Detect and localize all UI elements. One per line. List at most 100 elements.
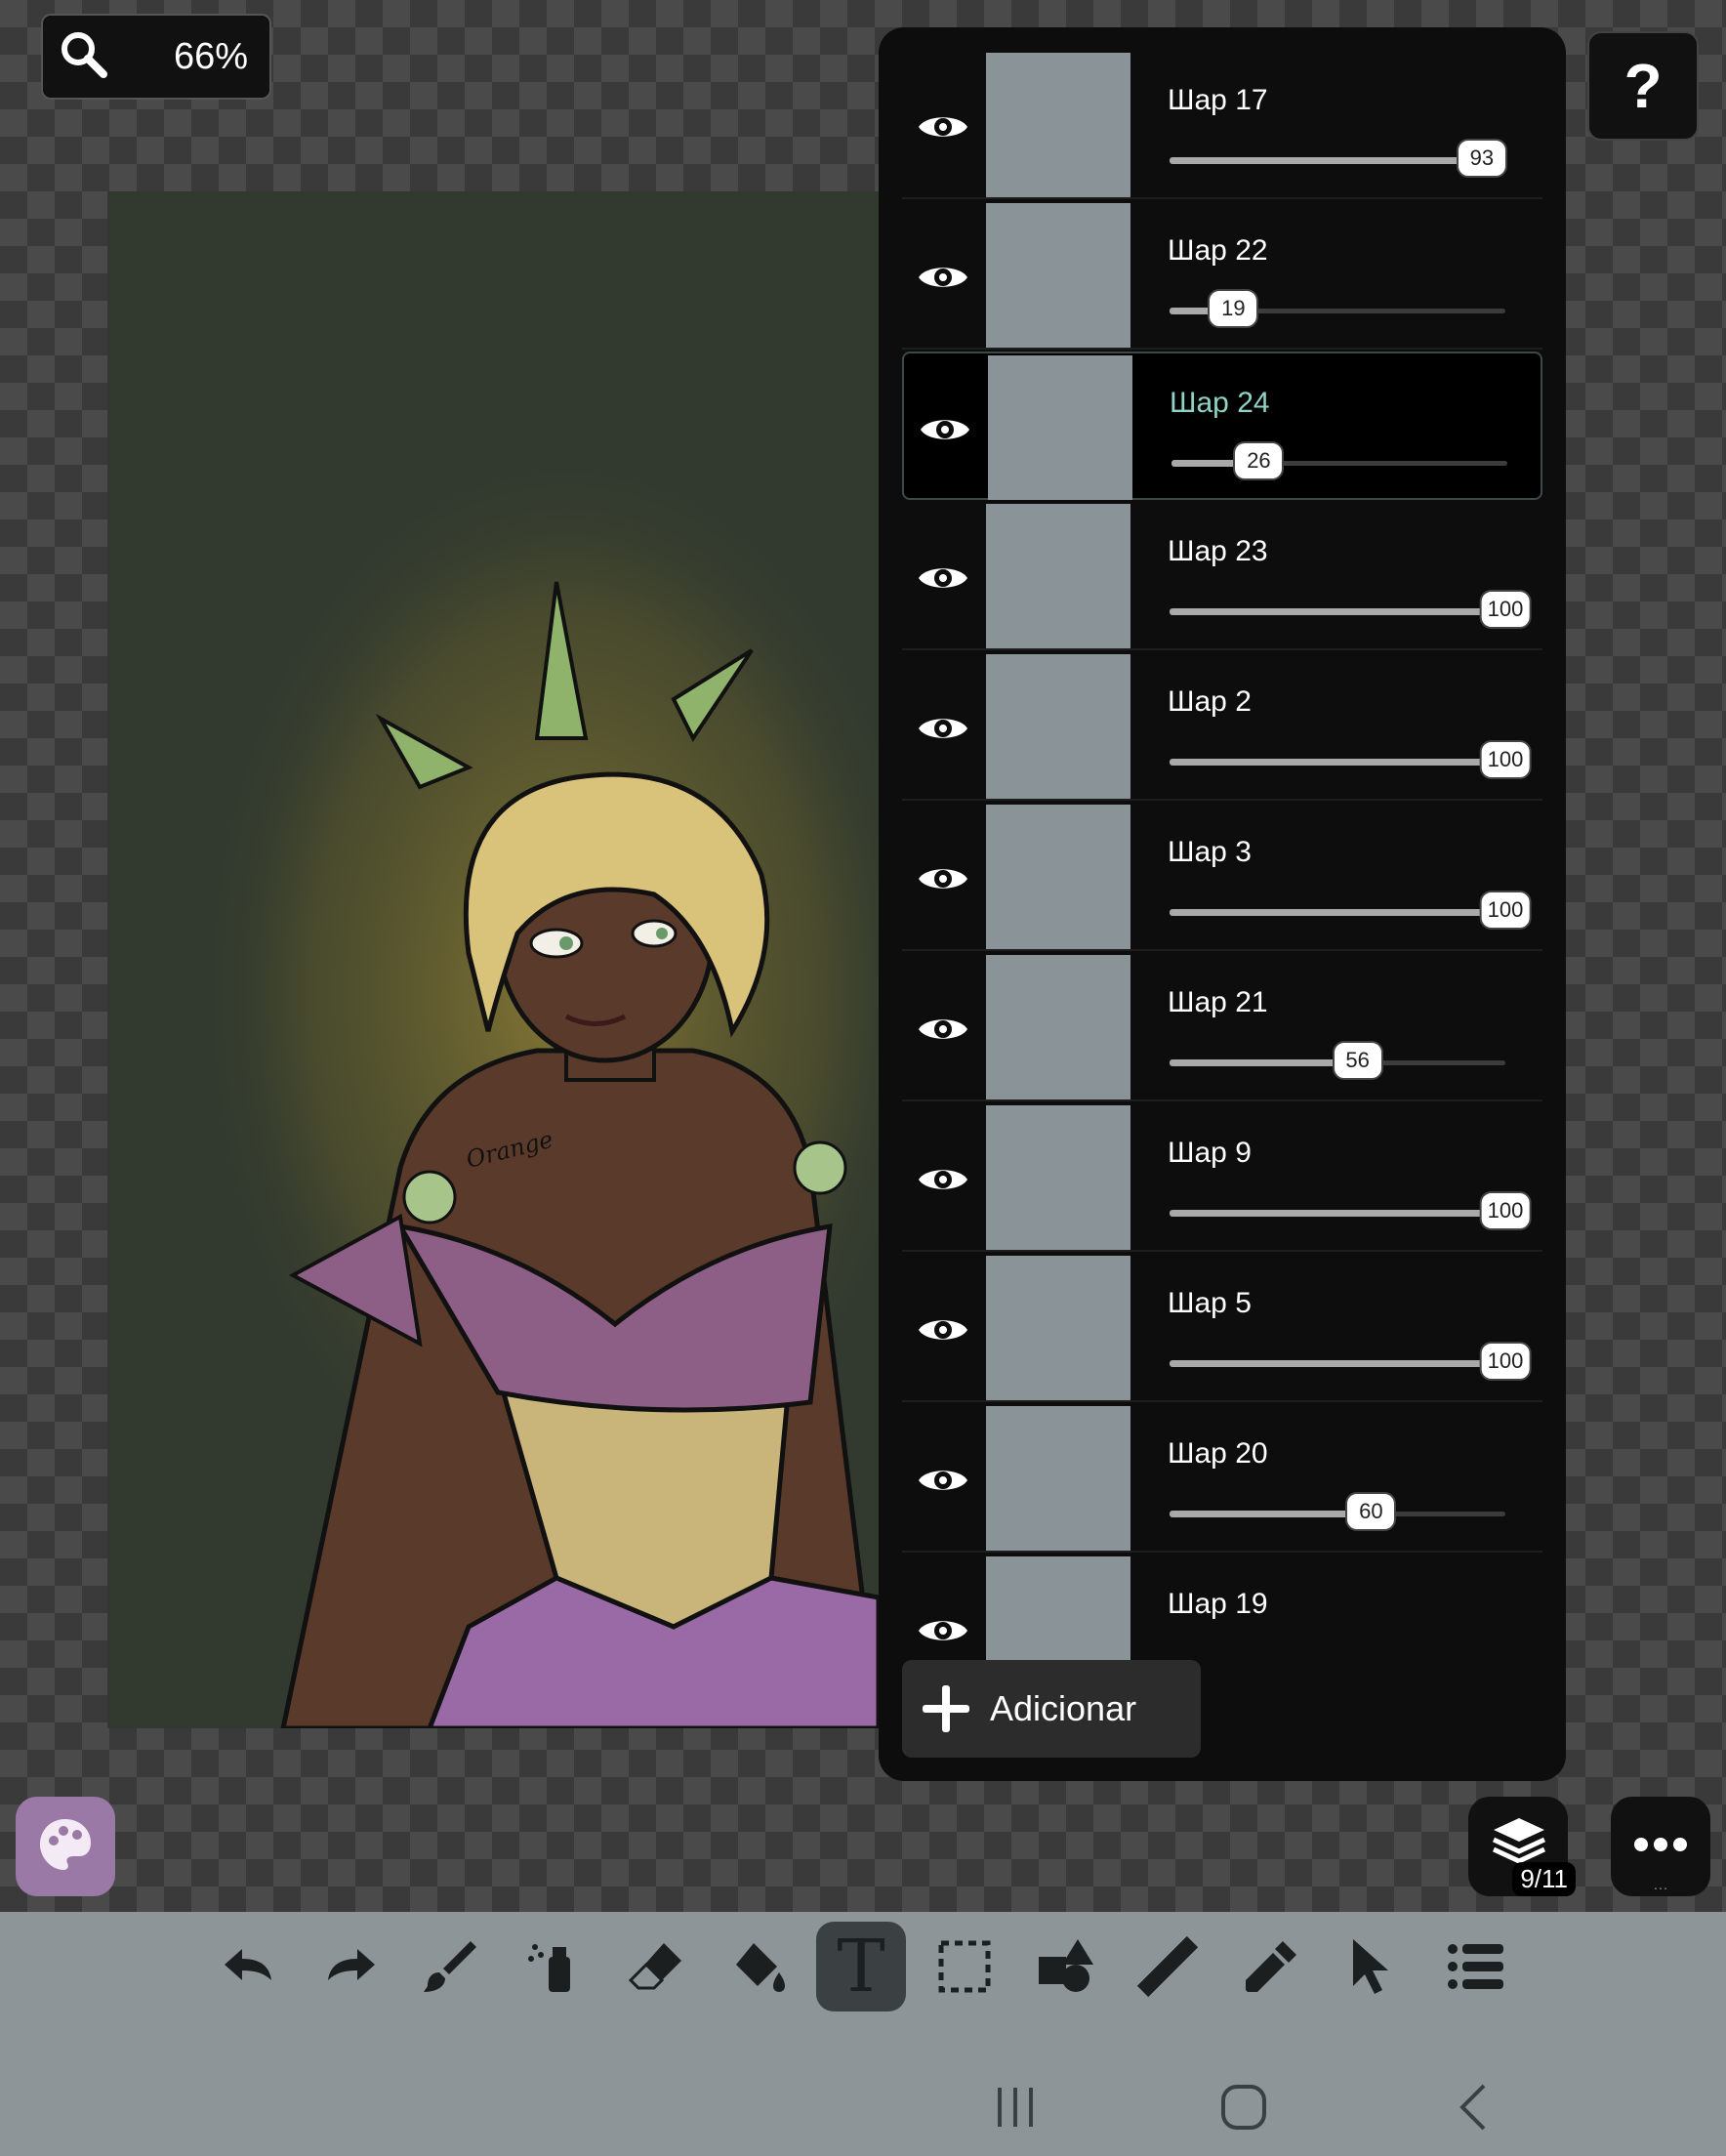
opacity-value-badge[interactable]: 26 <box>1233 441 1285 480</box>
drawing-canvas[interactable]: Orange <box>107 191 879 1728</box>
layer-row[interactable]: Шар 17 93 <box>902 51 1542 199</box>
back-icon[interactable] <box>1445 2078 1503 2136</box>
layer-name: Шар 19 <box>1168 1588 1268 1620</box>
opacity-slider-fill <box>1170 608 1505 615</box>
opacity-slider[interactable]: 100 <box>1170 891 1532 930</box>
pointer-icon[interactable] <box>1328 1922 1418 2011</box>
selection-icon[interactable] <box>920 1922 1009 2011</box>
add-layer-label: Adicionar <box>990 1688 1137 1728</box>
opacity-slider[interactable]: 19 <box>1170 289 1505 328</box>
layer-count-badge: 9/11 <box>1512 1862 1576 1896</box>
layer-name: Шар 22 <box>1168 234 1268 267</box>
opacity-slider[interactable]: 60 <box>1170 1492 1505 1531</box>
more-options-button[interactable]: … <box>1611 1797 1710 1896</box>
opacity-value-badge[interactable]: 100 <box>1479 1342 1532 1381</box>
brush-icon[interactable] <box>404 1922 494 2011</box>
tool-toolbar: T <box>0 1912 1726 2156</box>
layer-name: Шар 24 <box>1170 387 1270 419</box>
opacity-slider[interactable]: 100 <box>1170 590 1532 629</box>
layer-name: Шар 20 <box>1168 1437 1268 1470</box>
opacity-slider-fill <box>1170 1059 1358 1066</box>
opacity-slider-fill <box>1170 1360 1505 1367</box>
opacity-slider[interactable]: 56 <box>1170 1041 1505 1080</box>
redo-icon[interactable] <box>305 1922 394 2011</box>
zoom-value: 66% <box>173 35 248 77</box>
search-icon <box>57 27 111 87</box>
layer-thumbnail <box>988 355 1132 500</box>
color-palette-button[interactable]: … <box>16 1797 115 1896</box>
opacity-value-badge[interactable]: 93 <box>1456 139 1507 178</box>
layer-name: Шар 21 <box>1168 986 1268 1018</box>
visibility-eye-icon[interactable] <box>916 1603 970 1658</box>
opacity-value-badge[interactable]: 100 <box>1479 891 1532 930</box>
layer-thumbnail <box>986 1406 1130 1551</box>
opacity-slider-fill <box>1170 1210 1505 1217</box>
visibility-eye-icon[interactable] <box>916 1453 970 1508</box>
layers-panel: Шар 17 93 Шар 22 19 Шар 24 26 Шар 23 100 Шар 2 10… <box>879 27 1566 1781</box>
visibility-eye-icon[interactable] <box>916 851 970 906</box>
add-layer-button[interactable]: Adicionar <box>902 1660 1201 1758</box>
bucket-icon[interactable] <box>715 1922 804 2011</box>
zoom-indicator[interactable]: 66% <box>41 14 271 100</box>
opacity-slider[interactable]: 100 <box>1170 1191 1532 1230</box>
layer-thumbnail <box>986 1105 1130 1250</box>
opacity-slider-fill <box>1170 1511 1372 1517</box>
layer-row[interactable]: Шар 5 100 <box>902 1254 1542 1402</box>
layer-row[interactable]: Шар 22 19 <box>902 201 1542 350</box>
visibility-eye-icon[interactable] <box>916 1152 970 1207</box>
undo-icon[interactable] <box>205 1922 295 2011</box>
layer-row[interactable]: Шар 9 100 <box>902 1103 1542 1252</box>
layer-row[interactable]: Шар 21 56 <box>902 953 1542 1101</box>
more-dots-icon <box>1633 1837 1688 1857</box>
opacity-slider[interactable]: 93 <box>1170 139 1507 178</box>
layer-thumbnail <box>986 654 1130 799</box>
opacity-slider-fill <box>1170 157 1482 164</box>
eraser-icon[interactable] <box>611 1922 701 2011</box>
layer-name: Шар 23 <box>1168 535 1268 567</box>
opacity-slider-fill <box>1170 909 1505 916</box>
visibility-eye-icon[interactable] <box>916 1002 970 1057</box>
layer-row[interactable]: Шар 23 100 <box>902 502 1542 650</box>
help-button[interactable]: ? <box>1587 31 1699 141</box>
layer-row[interactable]: Шар 2 100 <box>902 652 1542 801</box>
more-hint: … <box>1653 1877 1668 1893</box>
help-label: ? <box>1623 51 1663 121</box>
layer-row[interactable]: Шар 19 <box>902 1555 1542 1662</box>
home-icon[interactable] <box>1214 2078 1273 2136</box>
layer-row[interactable]: Шар 24 26 <box>902 352 1542 500</box>
spray-icon[interactable] <box>508 1922 597 2011</box>
plus-icon <box>902 1683 990 1734</box>
layer-name: Шар 5 <box>1168 1287 1252 1319</box>
visibility-eye-icon[interactable] <box>916 100 970 154</box>
opacity-value-badge[interactable]: 100 <box>1479 590 1532 629</box>
opacity-slider[interactable]: 100 <box>1170 1342 1532 1381</box>
shapes-icon[interactable] <box>1021 1922 1111 2011</box>
opacity-value-badge[interactable]: 60 <box>1345 1492 1397 1531</box>
palette-icon <box>34 1813 97 1881</box>
layer-thumbnail <box>986 53 1130 197</box>
visibility-eye-icon[interactable] <box>918 402 972 457</box>
layer-row[interactable]: Шар 20 60 <box>902 1404 1542 1553</box>
visibility-eye-icon[interactable] <box>916 1303 970 1357</box>
opacity-slider[interactable]: 100 <box>1170 740 1532 779</box>
eyedropper-icon[interactable] <box>1226 1922 1316 2011</box>
opacity-value-badge[interactable]: 100 <box>1479 1191 1532 1230</box>
text-icon[interactable]: T <box>816 1922 906 2011</box>
opacity-value-badge[interactable]: 100 <box>1479 740 1532 779</box>
recent-apps-icon[interactable] <box>986 2078 1045 2136</box>
ruler-icon[interactable] <box>1123 1922 1212 2011</box>
visibility-eye-icon[interactable] <box>916 701 970 756</box>
menu-list-icon[interactable] <box>1431 1922 1521 2011</box>
opacity-value-badge[interactable]: 56 <box>1332 1041 1383 1080</box>
visibility-eye-icon[interactable] <box>916 250 970 305</box>
layer-row[interactable]: Шар 3 100 <box>902 803 1542 951</box>
layer-thumbnail <box>986 203 1130 348</box>
layers-toggle-button[interactable]: 9/11 <box>1468 1797 1576 1896</box>
visibility-eye-icon[interactable] <box>916 551 970 605</box>
layer-thumbnail <box>986 1556 1130 1662</box>
layer-list[interactable]: Шар 17 93 Шар 22 19 Шар 24 26 Шар 23 100 Шар 2 10… <box>902 51 1542 1662</box>
layer-thumbnail <box>986 504 1130 648</box>
opacity-slider-fill <box>1170 759 1505 766</box>
opacity-value-badge[interactable]: 19 <box>1208 289 1259 328</box>
opacity-slider[interactable]: 26 <box>1171 441 1507 480</box>
